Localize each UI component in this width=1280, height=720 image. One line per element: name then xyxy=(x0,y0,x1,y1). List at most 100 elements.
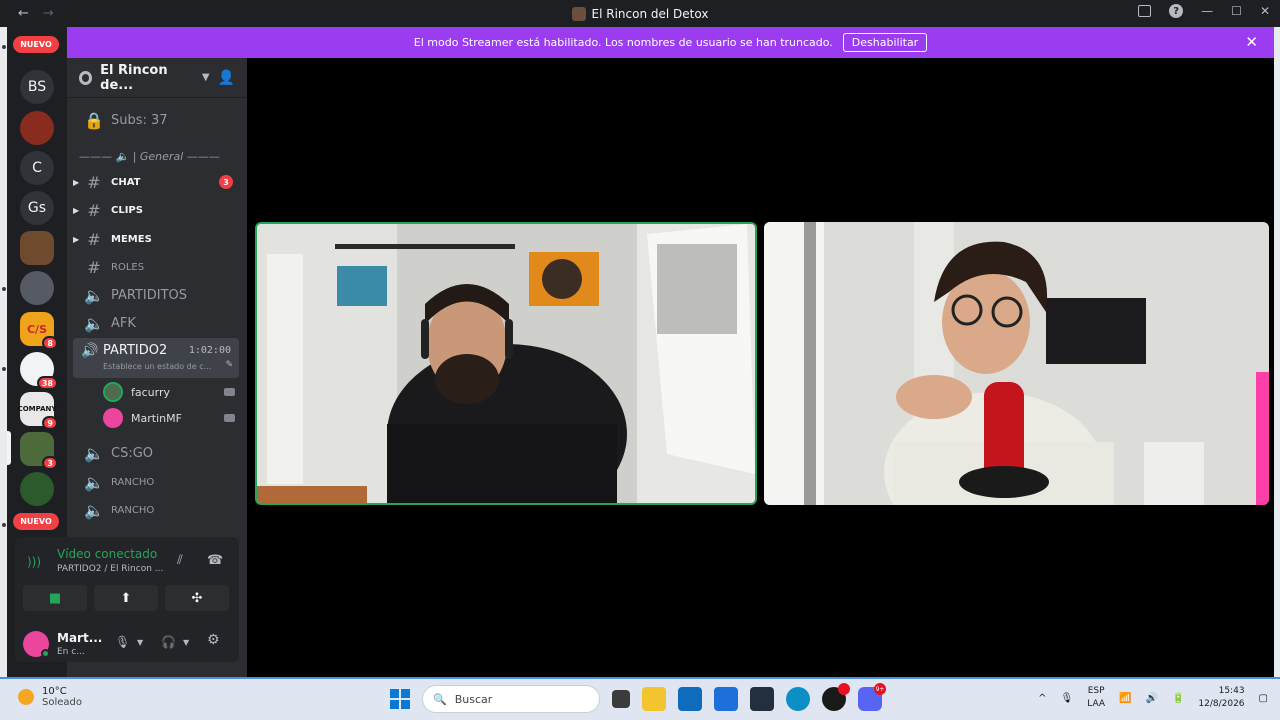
channel-afk[interactable]: 🔈 AFK xyxy=(73,311,241,335)
microphone-icon[interactable]: 🎙 xyxy=(1061,693,1074,704)
channel-label: RANCHO xyxy=(111,504,155,516)
camera-button[interactable]: ■ xyxy=(23,585,87,611)
wifi-icon[interactable]: 📶 xyxy=(1119,693,1131,704)
channel-csgo[interactable]: 🔈 CS:GO xyxy=(73,441,241,465)
chevron-down-icon[interactable]: ▼ xyxy=(137,638,143,647)
user-name: Mart... xyxy=(57,631,103,645)
disconnect-icon[interactable]: ☎ xyxy=(207,553,223,568)
call-timer: 1:02:00 xyxy=(188,345,231,356)
title-bar: ← → El Rincon del Detox ? — ☐ ✕ xyxy=(0,0,1280,27)
hash-icon: # xyxy=(87,172,101,192)
speaker-icon: 🔈 xyxy=(84,500,104,520)
sun-icon xyxy=(18,689,34,705)
voice-user-facurry[interactable]: facurry xyxy=(103,380,235,404)
speaker-icon: 🔈 xyxy=(84,313,104,333)
noise-suppression-icon[interactable]: ⫽ xyxy=(177,553,183,568)
taskbar-search[interactable]: 🔍 Buscar xyxy=(422,685,600,713)
clock-date: 12/8/2026 xyxy=(1198,699,1245,709)
video-tile-martinmf[interactable] xyxy=(764,222,1269,505)
channel-partiditos[interactable]: 🔈 PARTIDITOS xyxy=(73,283,241,307)
voice-status-subtitle[interactable]: PARTIDO2 / El Rincon ... xyxy=(57,564,163,574)
file-explorer-icon[interactable] xyxy=(642,687,666,711)
inbox-icon[interactable] xyxy=(1138,5,1152,17)
category-general[interactable]: ——— 🔈 | General ——— xyxy=(79,150,220,163)
channel-label: PARTIDITOS xyxy=(111,287,188,303)
taskbar-apps: 🔍 Buscar 9+ xyxy=(390,683,886,713)
edge-dot xyxy=(2,367,6,371)
channel-subs[interactable]: 🔒 Subs: 37 xyxy=(73,108,241,132)
guild-header[interactable]: El Rincon de... ▼ 👤 xyxy=(67,58,247,98)
server-badge: 8 xyxy=(42,336,58,350)
headphones-icon[interactable]: 🎧 xyxy=(161,635,176,649)
channel-rancho[interactable]: 🔈 RANCHO xyxy=(73,470,241,494)
user-panel: Mart... En c... 🎙 ▼ 🎧 ▼ ⚙ xyxy=(15,623,239,662)
microphone-icon[interactable]: 🎙 xyxy=(115,635,130,649)
banner-close-icon[interactable]: ✕ xyxy=(1245,33,1258,51)
disable-streamer-button[interactable]: Deshabilitar xyxy=(842,33,928,52)
video-tile-facurry[interactable] xyxy=(255,222,757,505)
csgo-logo: C/S xyxy=(26,322,47,336)
discord-taskbar-icon[interactable]: 9+ xyxy=(858,683,886,711)
obs-icon[interactable] xyxy=(822,683,850,711)
maximize-button[interactable]: ☐ xyxy=(1231,4,1242,18)
server-gs[interactable]: Gs xyxy=(20,191,54,225)
help-icon[interactable]: ? xyxy=(1169,4,1184,18)
screenshare-button[interactable]: ⬆ xyxy=(94,585,158,611)
voice-user-martinmf[interactable]: MartinMF xyxy=(103,406,235,430)
activities-button[interactable]: ✣ xyxy=(165,585,229,611)
new-badge[interactable]: NUEVO xyxy=(13,36,59,53)
store-icon[interactable] xyxy=(678,687,702,711)
server-icon-detox[interactable]: 3 xyxy=(20,432,58,470)
keyboard-layout: LAA xyxy=(1087,699,1106,709)
minimize-button[interactable]: — xyxy=(1201,4,1213,18)
set-status-prompt[interactable]: Establece un estado de c... xyxy=(103,362,223,371)
settings-gear-icon[interactable]: ⚙ xyxy=(207,632,220,648)
discord-window: ← → El Rincon del Detox ? — ☐ ✕ NUEVO BS… xyxy=(0,0,1280,720)
server-c[interactable]: C xyxy=(20,151,54,185)
edge-icon[interactable] xyxy=(786,687,810,711)
chevron-up-icon[interactable]: ^ xyxy=(1038,693,1046,704)
server-icon-green[interactable] xyxy=(20,472,54,506)
windows-start-icon[interactable] xyxy=(390,689,410,709)
server-icon-csgo[interactable]: C/S 8 xyxy=(20,312,58,350)
battery-icon[interactable]: 🔋 xyxy=(1172,693,1184,704)
back-arrow-icon[interactable]: ← xyxy=(18,6,29,21)
channel-memes[interactable]: ▶ # MEMES xyxy=(73,227,241,251)
avatar[interactable] xyxy=(23,631,50,658)
weather-widget[interactable]: 10°C Soleado xyxy=(18,686,82,708)
new-badge[interactable]: NUEVO xyxy=(13,513,59,530)
channel-partido2-active[interactable]: 🔊 PARTIDO2 1:02:00 Establece un estado d… xyxy=(73,338,239,378)
channel-label: ROLES xyxy=(111,261,145,273)
company-logo: COMPANY xyxy=(17,405,57,413)
notifications-icon[interactable]: ▢ xyxy=(1259,693,1268,704)
channel-roles[interactable]: # ROLES xyxy=(73,255,241,279)
expand-icon: ▶ xyxy=(73,234,80,244)
server-icon-company[interactable]: COMPANY 9 xyxy=(17,392,58,430)
discord-badge: 9+ xyxy=(874,683,886,695)
clock-time: 15:43 xyxy=(1218,686,1245,696)
channel-clips[interactable]: ▶ # CLIPS xyxy=(73,198,241,222)
left-window-edge xyxy=(0,27,7,677)
channel-chat[interactable]: ▶ # CHAT 3 xyxy=(73,170,241,194)
signal-icon[interactable]: ))) xyxy=(27,555,41,569)
channel-rancho-2[interactable]: 🔈 RANCHO xyxy=(73,498,241,522)
server-bs[interactable]: BS xyxy=(20,70,54,104)
server-icon-brown[interactable] xyxy=(20,231,54,265)
edge-dot xyxy=(2,45,6,49)
pencil-icon[interactable]: ✎ xyxy=(225,360,233,370)
language-indicator[interactable]: ESP LAA xyxy=(1087,685,1105,711)
server-icon-red[interactable] xyxy=(20,111,54,145)
clock[interactable]: 15:43 12/8/2026 xyxy=(1198,685,1244,711)
volume-icon[interactable]: 🔊 xyxy=(1145,693,1157,704)
forward-arrow-icon[interactable]: → xyxy=(43,6,54,21)
amazon-icon[interactable] xyxy=(750,687,774,711)
add-user-icon[interactable]: 👤 xyxy=(218,70,235,86)
windows-taskbar: 10°C Soleado 🔍 Buscar 9+ ^ 🎙 ESP LAA 📶 🔊… xyxy=(0,677,1280,720)
server-icon-person[interactable] xyxy=(20,271,54,305)
server-icon-white[interactable]: 38 xyxy=(20,352,58,390)
chevron-down-icon[interactable]: ▼ xyxy=(183,638,189,647)
speaker-icon: 🔈 xyxy=(84,472,104,492)
close-button[interactable]: ✕ xyxy=(1260,4,1270,18)
task-view-icon[interactable] xyxy=(612,690,630,708)
outlook-icon[interactable] xyxy=(714,687,738,711)
